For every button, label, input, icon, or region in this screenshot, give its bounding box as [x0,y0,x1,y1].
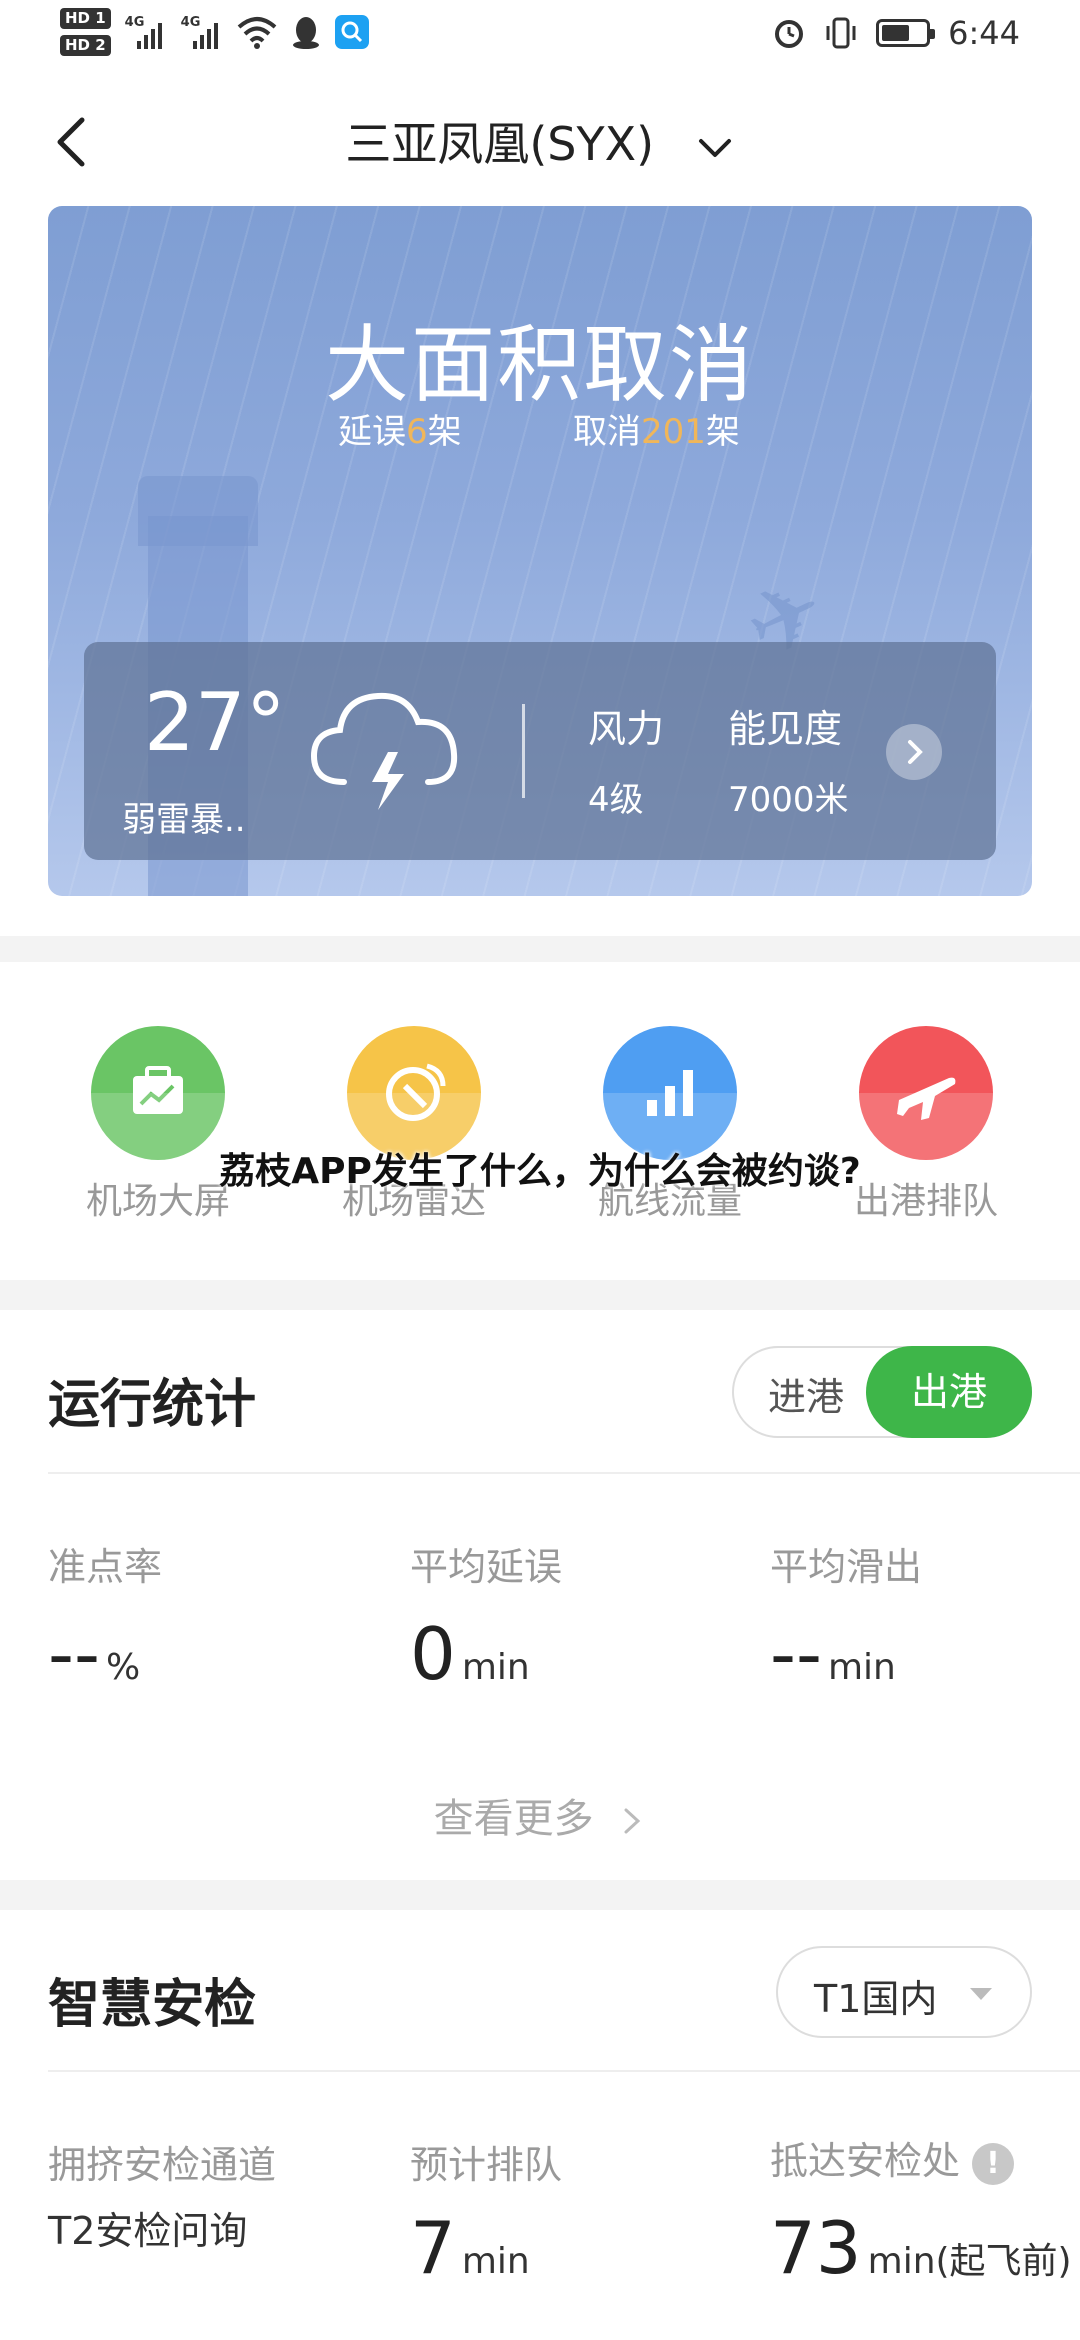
airplane-icon [859,1026,993,1160]
stats-title: 运行统计 [48,1375,257,1435]
tab-arrivals[interactable]: 进港 [768,1366,844,1421]
wifi-icon [237,17,276,49]
queue-label: 预计排队 [410,2143,563,2187]
delay-count: 延误6架 [338,412,462,452]
avg-taxi-label: 平均滑出 [770,1545,923,1589]
quick-item-airport-screen[interactable]: 机场大屏 [28,1026,288,1224]
clock: 6:44 [948,14,1020,52]
wind-label: 风力 [588,707,665,751]
status-bar: HD 1 HD 2 4G 4G 6:44 [0,0,1080,72]
search-app-icon [334,15,369,49]
caret-down-icon [970,1988,992,2000]
weather-condition: 弱雷暴.. [122,800,246,840]
chevron-right-icon [908,740,923,764]
battery-icon [876,19,936,47]
divider [48,2070,1080,2072]
radar-icon [347,1026,481,1160]
status-headline: 大面积取消 [324,316,755,414]
airport-status-card: ✈ 大面积取消 延误6架 取消201架 27° 弱雷暴.. 风力 4级 能见度 … [48,206,1032,896]
arrive-value: 73 min(起飞前) [770,2206,1072,2290]
sim-indicators: HD 1 HD 2 [60,8,111,56]
avg-taxi-value: -- min [770,1612,896,1696]
overlay-caption: 荔枝APP发生了什么，为什么会被约谈? [219,1151,861,1192]
quick-actions: 机场大屏 机场雷达 航线流量 出港排队 [0,966,1080,1276]
see-more-link[interactable]: 查看更多 [0,1786,1080,1844]
section-gap [0,936,1080,962]
cancel-count: 取消201架 [573,412,740,452]
alarm-icon [775,20,804,48]
qq-icon [292,17,319,49]
queue-value: 7 min [410,2206,530,2290]
temperature: 27° [144,676,286,769]
quick-item-airport-radar[interactable]: 机场雷达 [284,1026,544,1224]
thunderstorm-cloud-icon [310,692,458,810]
avg-delay-value: 0 min [410,1612,530,1696]
on-time-label: 准点率 [48,1545,163,1589]
weather-panel[interactable]: 27° 弱雷暴.. 风力 4级 能见度 7000米 [84,642,996,860]
visibility-value: 7000米 [728,780,849,820]
security-title: 智慧安检 [48,1975,257,2035]
top-bar: 三亚凤凰(SYX) [0,96,1080,186]
terminal-select[interactable]: T1国内 [776,1946,1032,2038]
chevron-down-icon [698,138,731,157]
weather-detail-button[interactable] [886,724,942,780]
signal-icon-2: 4G [181,15,223,49]
info-icon[interactable]: ! [972,2142,1015,2185]
section-gap [0,1880,1080,1910]
quick-item-departure-queue[interactable]: 出港排队 [796,1026,1056,1224]
briefcase-chart-icon [91,1026,225,1160]
hd2-badge: HD 2 [60,35,111,56]
tab-departures[interactable]: 出港 [866,1346,1032,1438]
on-time-value: --% [48,1612,141,1696]
crowded-lane-label: 拥挤安检通道 [48,2143,277,2187]
section-gap [0,1280,1080,1310]
hd1-badge: HD 1 [60,8,111,29]
bar-chart-icon [603,1026,737,1160]
crowded-lane-value: T2安检问询 [48,2209,248,2253]
signal-icon: 4G [125,15,167,49]
terminal-selected: T1国内 [814,1977,938,2021]
weather-divider [522,704,525,798]
wind-value: 4级 [588,780,644,820]
airport-selector[interactable]: 三亚凤凰(SYX) [0,108,1080,174]
vibrate-icon [826,17,856,49]
avg-delay-label: 平均延误 [410,1545,563,1589]
arrive-label: 抵达安检处! [770,2130,1015,2185]
divider [48,1472,1080,1474]
chevron-right-icon [624,1808,641,1834]
visibility-label: 能见度 [728,707,843,751]
page-title: 三亚凤凰(SYX) [345,117,655,171]
quick-item-route-traffic[interactable]: 航线流量 [540,1026,800,1224]
arrival-departure-toggle[interactable]: 进港 出港 [732,1346,1032,1438]
